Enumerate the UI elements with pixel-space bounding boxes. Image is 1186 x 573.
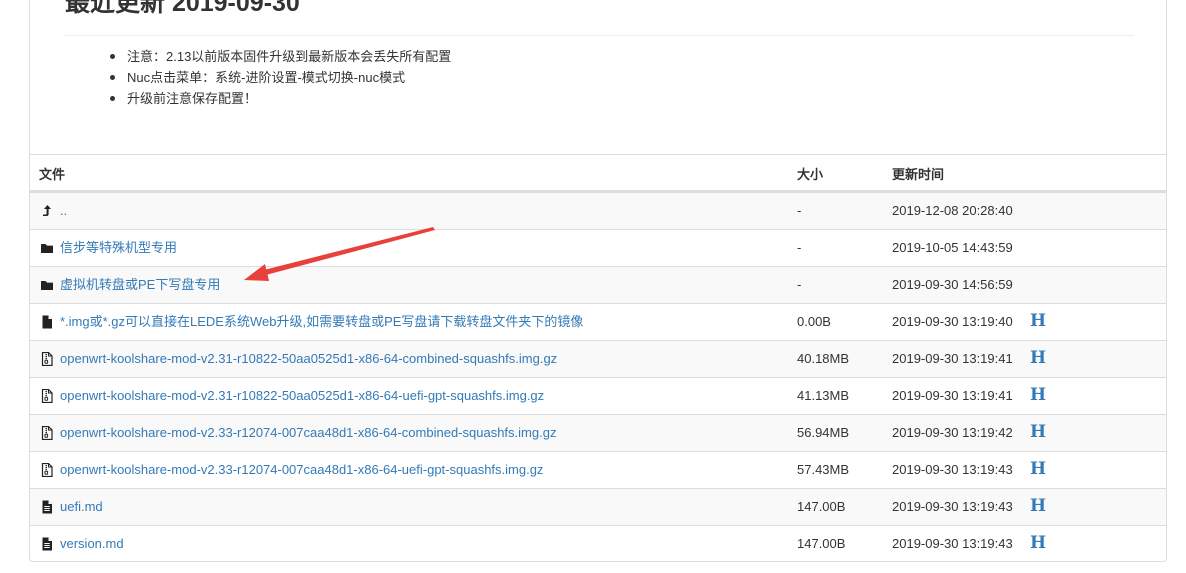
table-row: openwrt-koolshare-mod-v2.33-r12074-007ca…: [30, 451, 1166, 488]
file-time: 2019-09-30 13:19:41: [892, 388, 1013, 403]
file-size: 147.00B: [797, 499, 846, 514]
file-time: 2019-09-30 13:19:43: [892, 499, 1013, 514]
note-text: Nuc点击菜单：系统-进阶设置-模式切换-nuc模式: [127, 70, 406, 85]
file-link[interactable]: openwrt-koolshare-mod-v2.33-r12074-007ca…: [60, 425, 556, 441]
column-header-name[interactable]: 文件: [39, 164, 65, 183]
file-archive-icon: [40, 426, 54, 440]
file-size: 57.43MB: [797, 462, 850, 477]
file-link[interactable]: version.md: [60, 536, 124, 552]
note-item: 升级前注意保存配置！: [108, 88, 451, 109]
file-size: 0.00B: [797, 314, 831, 329]
hash-link[interactable]: H: [1030, 458, 1046, 480]
file-link[interactable]: 信步等特殊机型专用: [60, 240, 177, 256]
file-time: 2019-09-30 13:19:40: [892, 314, 1013, 329]
file-text-icon: [40, 500, 54, 514]
bullet-icon: [110, 54, 115, 59]
bullet-icon: [110, 96, 115, 101]
hash-link[interactable]: H: [1030, 384, 1046, 406]
file-link[interactable]: uefi.md: [60, 499, 103, 515]
bullet-icon: [110, 75, 115, 80]
table-row: openwrt-koolshare-mod-v2.31-r10822-50aa0…: [30, 377, 1166, 414]
page-title: 最近更新 2019-09-30: [65, 0, 300, 17]
file-size: 56.94MB: [797, 425, 850, 440]
table-row: openwrt-koolshare-mod-v2.31-r10822-50aa0…: [30, 340, 1166, 377]
column-header-size[interactable]: 大小: [797, 164, 823, 183]
table-header-row: 文件 大小 更新时间: [30, 154, 1166, 192]
file-link[interactable]: openwrt-koolshare-mod-v2.31-r10822-50aa0…: [60, 388, 544, 404]
folder-icon: [40, 241, 54, 255]
file-size: 40.18MB: [797, 351, 850, 366]
notes-list: 注意：2.13以前版本固件升级到最新版本会丢失所有配置 Nuc点击菜单：系统-进…: [108, 46, 451, 109]
hash-link[interactable]: H: [1030, 310, 1046, 332]
file-time: 2019-09-30 14:56:59: [892, 277, 1013, 292]
file-archive-icon: [40, 352, 54, 366]
folder-icon: [40, 278, 54, 292]
table-row: version.md 147.00B 2019-09-30 13:19:43 H: [30, 525, 1166, 562]
file-time: 2019-09-30 13:19:42: [892, 425, 1013, 440]
table-row: 虚拟机转盘或PE下写盘专用 - 2019-09-30 14:56:59: [30, 266, 1166, 303]
file-time: 2019-09-30 13:19:43: [892, 536, 1013, 551]
file-size: -: [797, 203, 802, 218]
note-text: 注意：2.13以前版本固件升级到最新版本会丢失所有配置: [127, 49, 452, 64]
table-row: 信步等特殊机型专用 - 2019-10-05 14:43:59: [30, 229, 1166, 266]
file-link[interactable]: openwrt-koolshare-mod-v2.33-r12074-007ca…: [60, 462, 543, 478]
file-link[interactable]: *.img或*.gz可以直接在LEDE系统Web升级,如需要转盘或PE写盘请下载…: [60, 314, 583, 330]
file-link[interactable]: openwrt-koolshare-mod-v2.31-r10822-50aa0…: [60, 351, 557, 367]
hash-link[interactable]: H: [1030, 421, 1046, 443]
file-time: 2019-09-30 13:19:43: [892, 462, 1013, 477]
note-item: Nuc点击菜单：系统-进阶设置-模式切换-nuc模式: [108, 67, 451, 88]
level-up-icon: [40, 204, 54, 218]
file-time: 2019-09-30 13:19:41: [892, 351, 1013, 366]
file-link[interactable]: ..: [60, 203, 67, 219]
note-item: 注意：2.13以前版本固件升级到最新版本会丢失所有配置: [108, 46, 451, 67]
file-size: -: [797, 277, 802, 292]
note-text: 升级前注意保存配置！: [127, 91, 258, 106]
title-divider: [64, 35, 1134, 36]
file-archive-icon: [40, 463, 54, 477]
file-listing-panel: 最近更新 2019-09-30 注意：2.13以前版本固件升级到最新版本会丢失所…: [29, 0, 1167, 562]
file-size: -: [797, 240, 802, 255]
file-time: 2019-12-08 20:28:40: [892, 203, 1013, 218]
hash-link[interactable]: H: [1030, 532, 1046, 554]
table-row: *.img或*.gz可以直接在LEDE系统Web升级,如需要转盘或PE写盘请下载…: [30, 303, 1166, 340]
file-text-icon: [40, 537, 54, 551]
table-row: openwrt-koolshare-mod-v2.33-r12074-007ca…: [30, 414, 1166, 451]
table-row: .. - 2019-12-08 20:28:40: [30, 192, 1166, 229]
table-row: uefi.md 147.00B 2019-09-30 13:19:43 H: [30, 488, 1166, 525]
file-link[interactable]: 虚拟机转盘或PE下写盘专用: [60, 277, 220, 293]
hash-link[interactable]: H: [1030, 347, 1046, 369]
file-size: 147.00B: [797, 536, 846, 551]
file-archive-icon: [40, 389, 54, 403]
file-size: 41.13MB: [797, 388, 850, 403]
column-header-time[interactable]: 更新时间: [892, 164, 944, 183]
file-icon: [40, 315, 54, 329]
hash-link[interactable]: H: [1030, 495, 1046, 517]
file-time: 2019-10-05 14:43:59: [892, 240, 1013, 255]
